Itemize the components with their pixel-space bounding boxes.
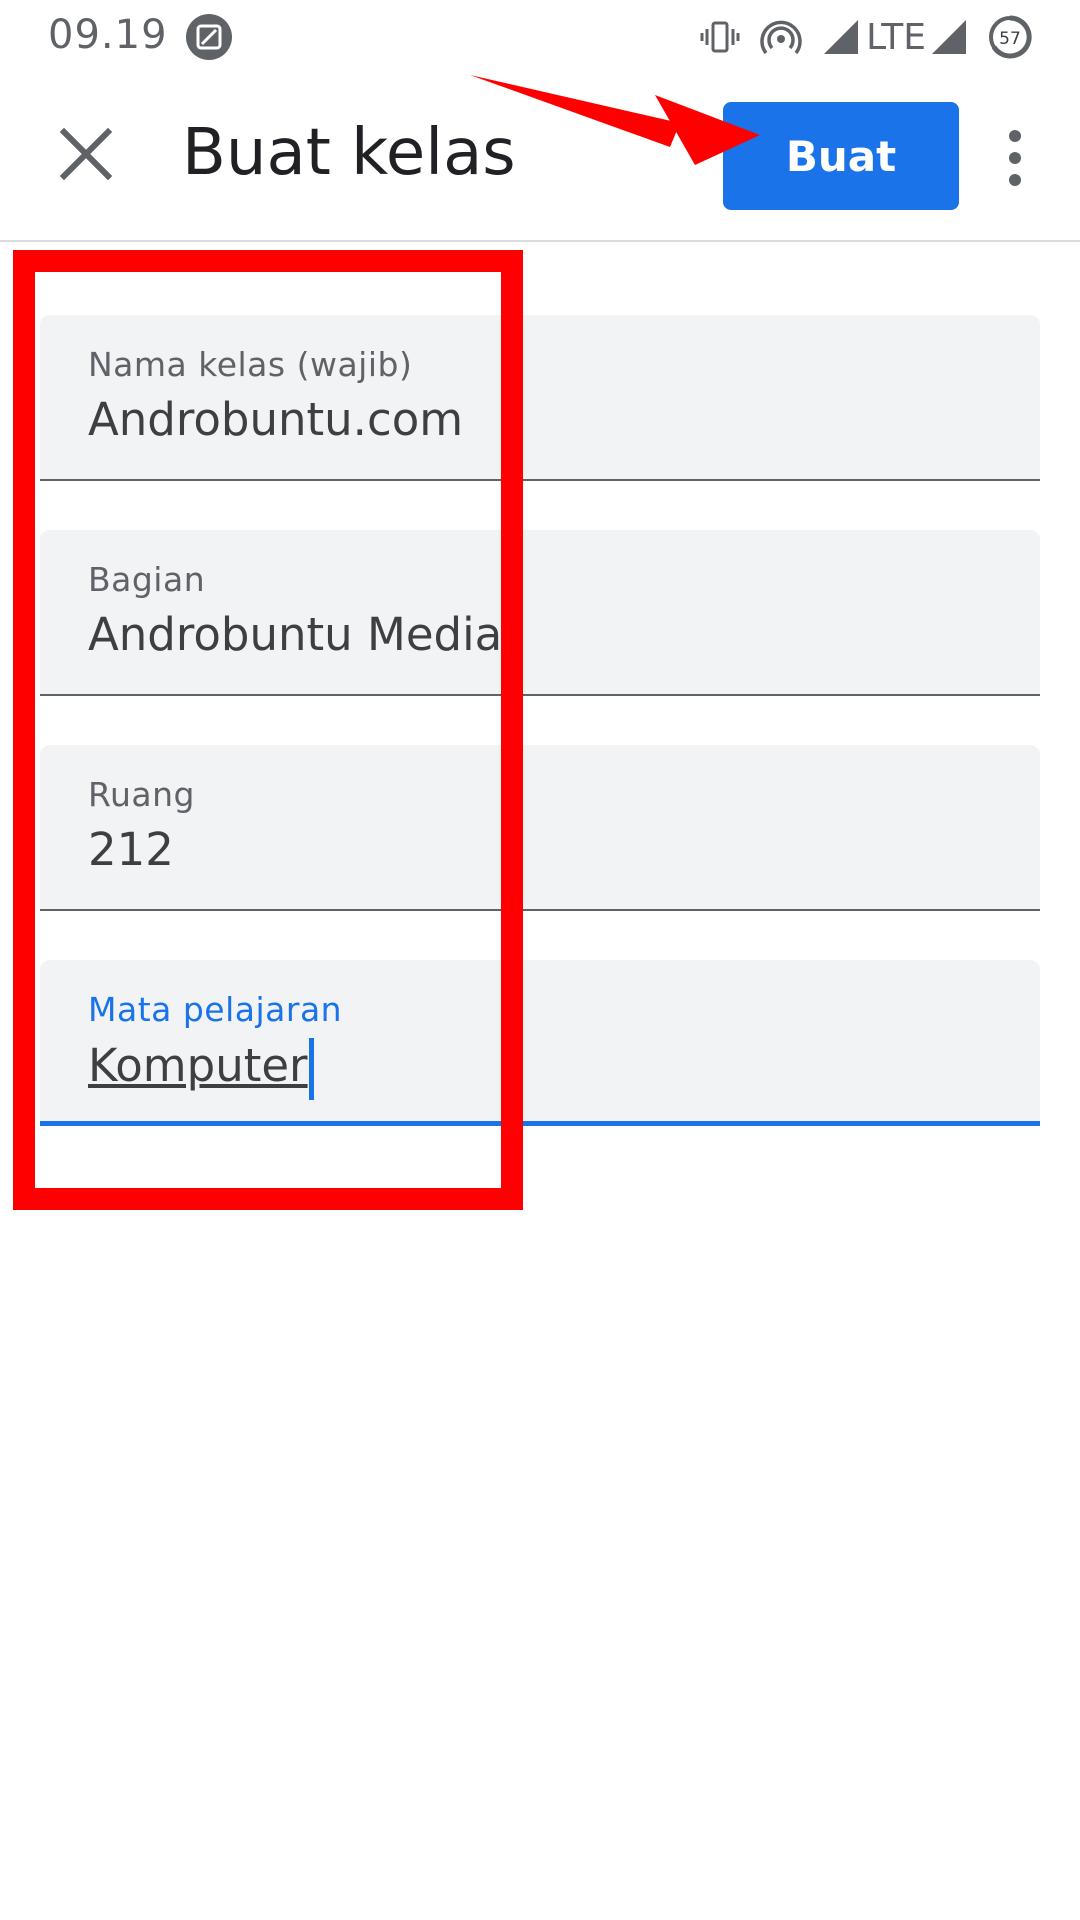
network-type: LTE: [866, 16, 926, 58]
close-icon[interactable]: [54, 122, 118, 186]
screenshot-icon: [186, 14, 232, 60]
more-vert-icon[interactable]: [990, 126, 1040, 190]
page-title: Buat kelas: [182, 116, 516, 190]
signal-icon-secondary: [932, 20, 966, 54]
screen: 09.19 LTE 57 Buat kelas Buat Nama kelas …: [0, 0, 1080, 1920]
battery-level: 57: [999, 29, 1021, 49]
status-time: 09.19: [48, 12, 168, 58]
annotation-highlight-box: [13, 250, 523, 1210]
status-icons: LTE 57: [680, 14, 1032, 60]
vibrate-icon: [700, 21, 740, 53]
signal-icon: [824, 20, 859, 54]
hotspot-icon: [760, 20, 802, 55]
annotation-arrow-icon: [470, 75, 760, 165]
status-bar: 09.19 LTE 57: [0, 0, 1080, 72]
battery-icon: 57: [989, 15, 1032, 59]
